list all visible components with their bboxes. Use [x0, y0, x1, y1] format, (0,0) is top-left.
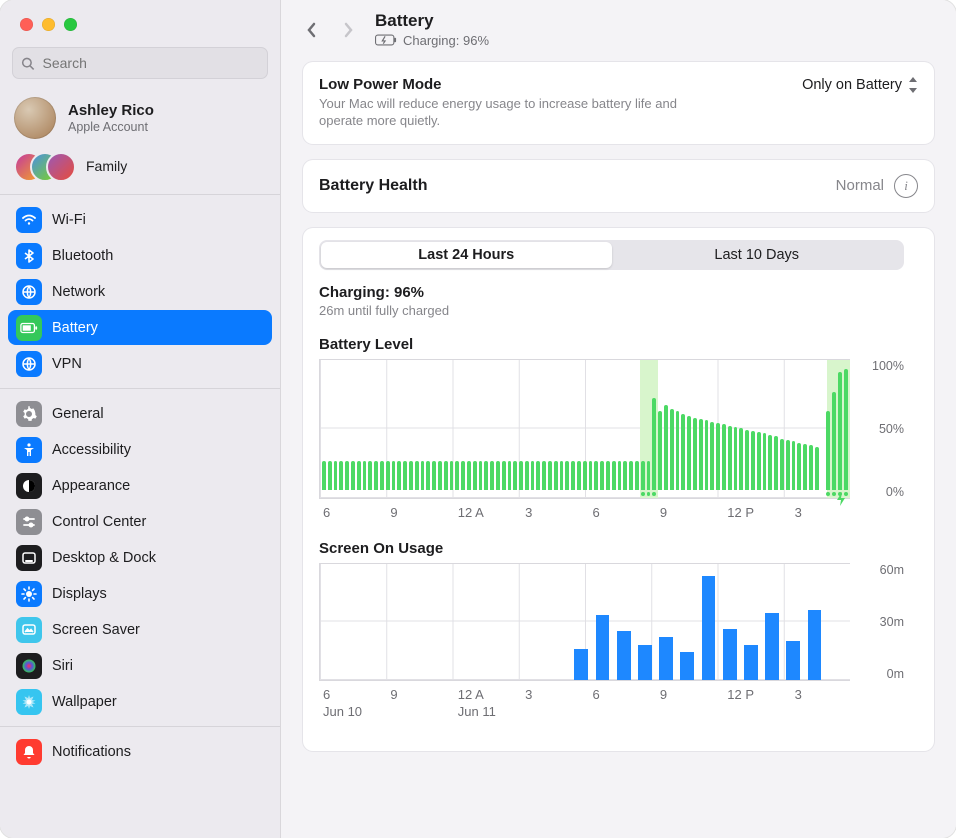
sidebar-item-wifi[interactable]: Wi-Fi — [8, 202, 272, 237]
battery-health-row[interactable]: Battery Health Normal i — [303, 160, 934, 212]
bell-icon — [16, 739, 42, 765]
sidebar-item-label: Network — [52, 284, 264, 300]
battery-charging-icon — [375, 34, 397, 46]
wallpaper-icon — [16, 689, 42, 715]
sidebar-item-label: Wi-Fi — [52, 212, 264, 228]
vpn-icon — [16, 351, 42, 377]
accessibility-icon — [16, 437, 42, 463]
displays-icon — [16, 581, 42, 607]
updown-icon — [908, 77, 918, 93]
sidebar-item-appearance[interactable]: Appearance — [8, 468, 272, 503]
charging-status: Charging: 96% — [319, 284, 904, 301]
minimize-button[interactable] — [42, 18, 55, 31]
sidebar-item-siri[interactable]: Siri — [8, 648, 272, 683]
charging-time-remaining: 26m until fully charged — [319, 303, 904, 318]
search-field[interactable] — [12, 47, 268, 79]
low-power-mode-desc: Your Mac will reduce energy usage to inc… — [319, 95, 699, 130]
sidebar-item-controlcenter[interactable]: Control Center — [8, 504, 272, 539]
sidebar-item-accessibility[interactable]: Accessibility — [8, 432, 272, 467]
sidebar-item-family[interactable]: Family — [0, 147, 280, 190]
sidebar-item-screensaver[interactable]: Screen Saver — [8, 612, 272, 647]
search-icon — [21, 56, 35, 71]
page-subtitle: Charging: 96% — [403, 33, 489, 48]
sidebar-item-label: Siri — [52, 658, 264, 674]
avatar — [14, 97, 56, 139]
battery-health-title: Battery Health — [319, 177, 427, 195]
time-range-segmented: Last 24 Hours Last 10 Days — [319, 240, 904, 270]
sidebar-item-label: Wallpaper — [52, 694, 264, 710]
tab-last-24-hours[interactable]: Last 24 Hours — [321, 242, 612, 268]
info-button[interactable]: i — [894, 174, 918, 198]
sidebar-item-displays[interactable]: Displays — [8, 576, 272, 611]
battery-level-title: Battery Level — [319, 336, 904, 353]
sidebar-item-label: Accessibility — [52, 442, 264, 458]
sidebar-item-battery[interactable]: Battery — [8, 310, 272, 345]
header: Battery Charging: 96% — [281, 0, 956, 54]
low-power-mode-value: Only on Battery — [802, 77, 902, 93]
maximize-button[interactable] — [64, 18, 77, 31]
battery-icon — [16, 315, 42, 341]
charging-bolt-icon — [833, 491, 849, 510]
screen-on-title: Screen On Usage — [319, 540, 904, 557]
account-subtitle: Apple Account — [68, 120, 154, 134]
battery-level-chart: Battery Level 100%50%0% 6912 A36912 P3 — [319, 336, 904, 520]
sidebar-item-label: Desktop & Dock — [52, 550, 264, 566]
sidebar-item-desktopdock[interactable]: Desktop & Dock — [8, 540, 272, 575]
network-icon — [16, 279, 42, 305]
sidebar-item-bluetooth[interactable]: Bluetooth — [8, 238, 272, 273]
sidebar: Ashley Rico Apple Account Family Wi-Fi Bl… — [0, 0, 281, 838]
sidebar-item-notifications[interactable]: Notifications — [8, 734, 272, 769]
sidebar-item-vpn[interactable]: VPN — [8, 346, 272, 381]
low-power-mode-card: Low Power Mode Your Mac will reduce ener… — [303, 62, 934, 144]
sidebar-item-account[interactable]: Ashley Rico Apple Account — [0, 89, 280, 147]
sidebar-item-label: General — [52, 406, 264, 422]
wifi-icon — [16, 207, 42, 233]
sidebar-item-label: Screen Saver — [52, 622, 264, 638]
sidebar-item-label: VPN — [52, 356, 264, 372]
sidebar-item-wallpaper[interactable]: Wallpaper — [8, 684, 272, 719]
content-pane: Battery Charging: 96% Low Power Mode You… — [281, 0, 956, 838]
sidebar-item-label: Displays — [52, 586, 264, 602]
page-title: Battery — [375, 12, 489, 31]
sidebar-item-network[interactable]: Network — [8, 274, 272, 309]
sidebar-item-label: Battery — [52, 320, 264, 336]
sidebar-item-label: Appearance — [52, 478, 264, 494]
gear-icon — [16, 401, 42, 427]
tab-last-10-days[interactable]: Last 10 Days — [612, 242, 903, 268]
account-name: Ashley Rico — [68, 102, 154, 119]
sidebar-item-label: Notifications — [52, 744, 264, 760]
sidebar-item-label: Bluetooth — [52, 248, 264, 264]
sliders-icon — [16, 509, 42, 535]
sidebar-item-general[interactable]: General — [8, 396, 272, 431]
low-power-mode-title: Low Power Mode — [319, 76, 790, 93]
bluetooth-icon — [16, 243, 42, 269]
battery-health-value: Normal — [836, 177, 884, 194]
window-controls — [0, 0, 280, 45]
low-power-mode-select[interactable]: Only on Battery — [802, 76, 918, 93]
screensaver-icon — [16, 617, 42, 643]
search-input[interactable] — [41, 54, 259, 72]
back-button[interactable] — [299, 17, 325, 43]
appearance-icon — [16, 473, 42, 499]
forward-button[interactable] — [335, 17, 361, 43]
usage-card: Last 24 Hours Last 10 Days Charging: 96%… — [303, 228, 934, 751]
dock-icon — [16, 545, 42, 571]
family-avatars — [14, 152, 74, 180]
sidebar-item-label: Control Center — [52, 514, 264, 530]
screen-on-chart: Screen On Usage 60m30m0m 6912 A36912 P3 … — [319, 540, 904, 719]
family-label: Family — [86, 158, 127, 174]
siri-icon — [16, 653, 42, 679]
close-button[interactable] — [20, 18, 33, 31]
